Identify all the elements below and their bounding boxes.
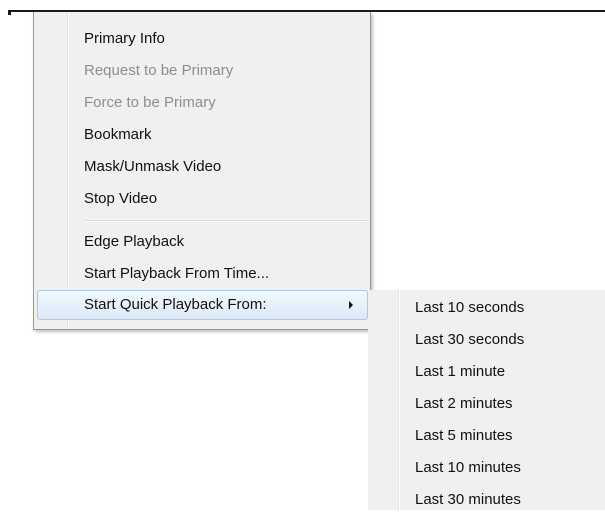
menu-item-force-to-be-primary: Force to be Primary <box>84 94 216 111</box>
menu-item-start-quick-playback-from[interactable]: Start Quick Playback From: <box>37 290 368 320</box>
submenu-item-last-30-minutes[interactable]: Last 30 minutes <box>368 484 605 516</box>
submenu-item-last-5-minutes[interactable]: Last 5 minutes <box>368 420 605 452</box>
submenu-item-last-10-minutes[interactable]: Last 10 minutes <box>368 452 605 484</box>
menu-item-label: Start Quick Playback From: <box>84 296 267 313</box>
menu-item-edge-playback[interactable]: Edge Playback <box>37 227 368 257</box>
submenu-item-last-2-minutes[interactable]: Last 2 minutes <box>368 388 605 420</box>
menu-item-bookmark[interactable]: Bookmark <box>37 120 368 150</box>
submenu-arrow-icon <box>349 301 353 309</box>
context-menu: Primary Info Request to be Primary Force… <box>33 12 371 330</box>
submenu-item-last-10-seconds[interactable]: Last 10 seconds <box>368 292 605 324</box>
submenu-item-last-1-minute[interactable]: Last 1 minute <box>368 356 605 388</box>
menu-item-start-playback-from-time[interactable]: Start Playback From Time... <box>37 259 368 289</box>
submenu-item-last-30-seconds[interactable]: Last 30 seconds <box>368 324 605 356</box>
menu-item-request-to-be-primary: Request to be Primary <box>84 62 234 79</box>
menu-separator <box>84 220 367 222</box>
parent-window-corner <box>8 10 11 15</box>
quick-playback-submenu: Last 10 seconds Last 30 seconds Last 1 m… <box>368 290 605 510</box>
menu-item-stop-video[interactable]: Stop Video <box>37 184 368 214</box>
menu-item-mask-unmask-video[interactable]: Mask/Unmask Video <box>37 152 368 182</box>
menu-item-primary-info[interactable]: Primary Info <box>37 24 368 54</box>
